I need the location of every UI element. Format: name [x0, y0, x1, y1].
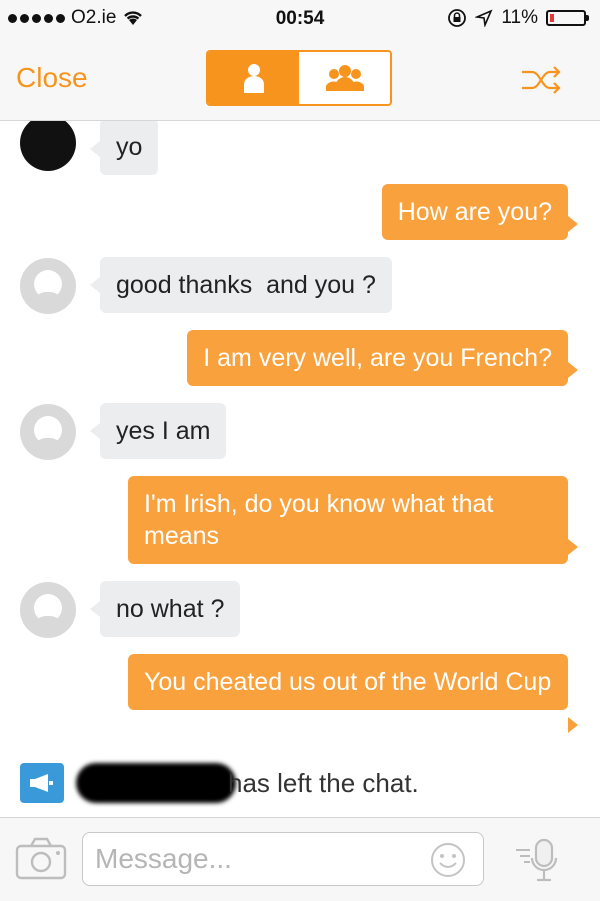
navigation-bar: Close: [0, 40, 600, 121]
outgoing-message-bubble: I am very well, are you French?: [187, 330, 568, 386]
redacted-username: [76, 763, 236, 803]
person-icon: [243, 64, 264, 93]
message-list[interactable]: yo How are you? good thanks and you ? I …: [0, 121, 600, 816]
outgoing-message-bubble: I'm Irish, do you know what that means: [128, 476, 568, 564]
shuffle-button[interactable]: [512, 54, 572, 106]
bubble-tail: [568, 717, 578, 733]
outgoing-message-bubble: You cheated us out of the World Cup: [128, 654, 568, 710]
incoming-message-bubble: good thanks and you ?: [100, 257, 392, 313]
composer-bar: [0, 817, 600, 901]
bubble-tail: [90, 601, 100, 617]
status-bar: O2.ie 00:54 11%: [0, 0, 600, 40]
system-notice: has left the chat.: [0, 758, 600, 808]
battery-icon: [546, 10, 589, 26]
incoming-message-bubble: no what ?: [100, 581, 241, 637]
microphone-icon: [516, 838, 558, 882]
sender-avatar[interactable]: [20, 121, 76, 171]
voice-message-button[interactable]: [514, 832, 570, 888]
camera-icon: [15, 837, 67, 880]
group-icon: [325, 65, 364, 91]
close-button[interactable]: Close: [16, 62, 88, 94]
bubble-tail: [90, 277, 100, 293]
emoji-button[interactable]: [430, 842, 466, 878]
megaphone-icon: [20, 763, 64, 803]
bubble-tail: [568, 362, 578, 378]
chat-mode-segmented-control: [206, 50, 392, 106]
sender-avatar[interactable]: [20, 582, 76, 638]
smiley-icon: [431, 843, 465, 877]
camera-button[interactable]: [14, 836, 68, 882]
sender-avatar[interactable]: [20, 404, 76, 460]
incoming-message-bubble: yes I am: [100, 403, 227, 459]
outgoing-message-bubble: How are you?: [381, 184, 568, 240]
rotation-lock-icon: [448, 9, 467, 27]
single-chat-tab[interactable]: [208, 52, 299, 104]
battery-percent: 11%: [501, 7, 538, 28]
bubble-tail: [90, 423, 100, 439]
bubble-tail: [90, 141, 100, 157]
bubble-tail: [568, 539, 578, 555]
bubble-tail: [568, 216, 578, 232]
group-chat-tab[interactable]: [299, 52, 390, 104]
system-message-text: has left the chat.: [228, 768, 419, 798]
incoming-message-bubble: yo: [100, 121, 159, 175]
shuffle-icon: [522, 66, 561, 94]
message-input[interactable]: [82, 832, 484, 886]
location-arrow-icon: [475, 9, 493, 27]
sender-avatar[interactable]: [20, 258, 76, 314]
